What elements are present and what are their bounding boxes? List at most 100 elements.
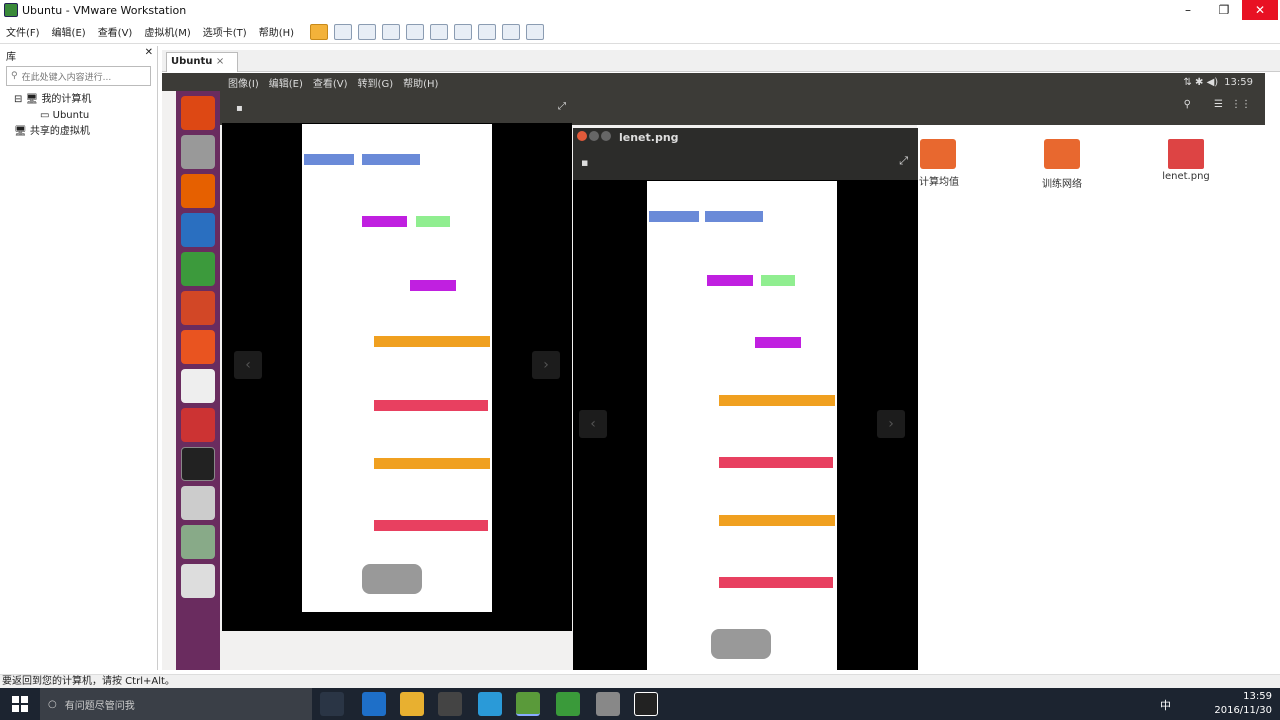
close-window-icon[interactable] — [577, 131, 587, 141]
software-center-icon[interactable] — [181, 330, 215, 364]
sidebar-toggle-icon[interactable]: ▪ — [581, 156, 588, 169]
library-search-input[interactable]: ⚲ 在此处键入内容进行... — [6, 66, 151, 86]
minimize-button[interactable]: – — [1170, 0, 1206, 20]
drive-icon[interactable] — [181, 564, 215, 598]
search-placeholder: 在此处键入内容进行... — [21, 72, 112, 83]
snapshot-manager-icon[interactable] — [406, 23, 425, 40]
tree-label: 我的计算机 — [41, 94, 92, 105]
viewer-header: lenet.png ▪ ⤢ — [573, 128, 918, 180]
windows-start-icon[interactable] — [12, 696, 28, 712]
close-button[interactable]: ✕ — [1242, 0, 1278, 20]
settings-icon[interactable] — [181, 408, 215, 442]
maximize-window-icon[interactable] — [601, 131, 611, 141]
restore-button[interactable]: ❐ — [1206, 0, 1242, 20]
status-bar: 要返回到您的计算机，请按 Ctrl+Alt。 — [0, 674, 1280, 688]
png-file-icon[interactable] — [1168, 139, 1204, 169]
tree-label: Ubuntu — [52, 110, 90, 121]
amazon-icon[interactable] — [181, 369, 215, 403]
expand-icon[interactable]: ⤢ — [558, 101, 566, 112]
lenet-image — [647, 181, 837, 670]
writer-icon[interactable] — [181, 213, 215, 247]
tree-my-computer[interactable]: ⊟ 🖥 我的计算机 — [14, 92, 157, 108]
terminal-app-icon[interactable] — [634, 692, 658, 716]
ubuntu-menu-image[interactable]: 图像(I) — [228, 75, 259, 90]
files-icon[interactable] — [181, 135, 215, 169]
vmware-icon — [4, 3, 18, 17]
folder-icon[interactable] — [1044, 139, 1080, 169]
clock-time: 13:59 — [1243, 691, 1272, 702]
search-icon[interactable]: ⚲ — [1184, 99, 1191, 110]
menu-edit[interactable]: 编辑(E) — [46, 24, 92, 39]
library-header: 库 — [6, 52, 16, 63]
image-viewer-window-back[interactable]: ▪ ⤢ ‹ › — [222, 101, 572, 631]
ubuntu-dash-icon[interactable] — [181, 96, 215, 130]
menu-file[interactable]: 文件(F) — [0, 24, 46, 39]
app-icon[interactable] — [478, 692, 502, 716]
clock-date: 2016/11/30 — [1214, 705, 1272, 716]
file-name[interactable]: 训练网络 — [1022, 175, 1102, 190]
previous-image-icon[interactable]: ‹ — [579, 410, 607, 438]
expand-icon[interactable]: ⤢ — [899, 154, 908, 168]
tab-ubuntu[interactable]: Ubuntu × — [166, 52, 238, 72]
tree-label: 共享的虚拟机 — [29, 126, 90, 137]
text-editor-icon[interactable] — [181, 486, 215, 520]
tab-label: Ubuntu — [171, 56, 213, 67]
snapshot-icon[interactable] — [358, 23, 377, 40]
calc-icon[interactable] — [181, 252, 215, 286]
unity-icon[interactable] — [502, 23, 521, 40]
file-explorer-icon[interactable] — [400, 692, 424, 716]
store-icon[interactable] — [438, 692, 462, 716]
menu-vm[interactable]: 虚拟机(M) — [138, 24, 196, 39]
cortana-search-box[interactable]: ○ 有问题尽管问我 — [40, 688, 312, 720]
unity-launcher — [176, 91, 220, 670]
folder-icon[interactable] — [920, 139, 956, 169]
ime-indicator[interactable]: 中 — [1160, 697, 1171, 713]
pause-icon[interactable] — [310, 23, 329, 40]
list-view-icon[interactable]: ☰ — [1214, 99, 1223, 110]
tree-shared[interactable]: 🖥 共享的虚拟机 — [14, 124, 157, 140]
tree-vm-ubuntu[interactable]: ▭ Ubuntu — [14, 108, 157, 124]
file-view: 计算均值 训练网络 lenet.png — [917, 125, 1265, 670]
sidebar-toggle-icon[interactable]: ▪ — [236, 103, 243, 114]
console-view-icon[interactable] — [526, 23, 545, 40]
file-name[interactable]: lenet.png — [1146, 171, 1226, 182]
grid-view-icon[interactable]: ⋮⋮ — [1231, 99, 1251, 110]
ubuntu-clock[interactable]: 13:59 — [1224, 77, 1253, 88]
tab-bar: Ubuntu × — [162, 50, 1280, 72]
ubuntu-menu-edit[interactable]: 编辑(E) — [269, 75, 303, 90]
menu-tabs[interactable]: 选项卡(T) — [197, 24, 253, 39]
terminal-icon[interactable] — [181, 447, 215, 481]
ubuntu-menu-view[interactable]: 查看(V) — [313, 75, 348, 90]
vmware-taskbar-icon[interactable] — [516, 692, 540, 716]
menu-help[interactable]: 帮助(H) — [253, 24, 300, 39]
viewer-title: lenet.png — [619, 131, 679, 144]
firefox-icon[interactable] — [181, 174, 215, 208]
image-viewer-icon[interactable] — [181, 525, 215, 559]
fullscreen-icon[interactable] — [478, 23, 497, 40]
revert-snapshot-icon[interactable] — [382, 23, 401, 40]
windows-taskbar: ○ 有问题尽管问我 中 13:59 2016/11/30 — [0, 688, 1280, 720]
image-viewer-window[interactable]: lenet.png ▪ ⤢ ‹ › — [573, 128, 918, 670]
next-image-icon[interactable]: › — [877, 410, 905, 438]
close-library-icon[interactable]: ✕ — [145, 47, 153, 58]
library-view-icon[interactable] — [430, 23, 449, 40]
ubuntu-menu-help[interactable]: 帮助(H) — [403, 75, 438, 90]
thumbnail-view-icon[interactable] — [454, 23, 473, 40]
impress-icon[interactable] — [181, 291, 215, 325]
send-ctrl-alt-del-icon[interactable] — [334, 23, 353, 40]
task-view-icon[interactable] — [320, 692, 344, 716]
status-text: 要返回到您的计算机，请按 Ctrl+Alt。 — [2, 676, 175, 687]
next-image-icon[interactable]: › — [532, 351, 560, 379]
ubuntu-menu-goto[interactable]: 转到(G) — [358, 75, 394, 90]
system-clock[interactable]: 13:59 2016/11/30 — [1214, 690, 1272, 718]
minimize-window-icon[interactable] — [589, 131, 599, 141]
menu-view[interactable]: 查看(V) — [92, 24, 139, 39]
previous-image-icon[interactable]: ‹ — [234, 351, 262, 379]
edge-icon[interactable] — [362, 692, 386, 716]
cortana-placeholder: 有问题尽管问我 — [64, 700, 135, 712]
close-tab-icon[interactable]: × — [216, 56, 224, 67]
network-icon[interactable]: ⇅ ✱ ◀) — [1183, 77, 1218, 88]
app-icon[interactable] — [596, 692, 620, 716]
camtasia-icon[interactable] — [556, 692, 580, 716]
vm-screen[interactable]: 图像(I) 编辑(E) 查看(V) 转到(G) 帮助(H) ⇅ ✱ ◀) 13:… — [162, 73, 1265, 670]
